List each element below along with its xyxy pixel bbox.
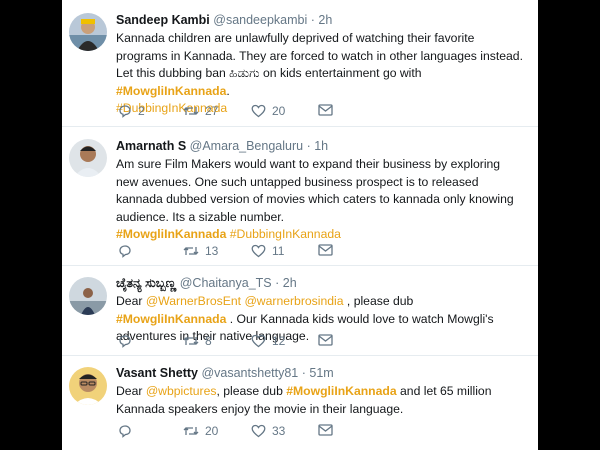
direct-message-button[interactable]: [318, 244, 333, 256]
user-handle[interactable]: @vasantshetty81: [201, 366, 298, 380]
retweet-icon: [183, 107, 199, 115]
separator: ·: [310, 13, 315, 27]
user-handle[interactable]: @Amara_Bengaluru: [190, 139, 303, 153]
hashtag-link[interactable]: #MowgliInKannada: [286, 384, 396, 398]
hashtag-link[interactable]: #MowgliInKannada: [116, 312, 226, 326]
separator: ·: [301, 366, 306, 380]
reply-icon: [119, 105, 131, 118]
tweet-text: Am sure Film Makers would want to expand…: [116, 156, 524, 244]
avatar[interactable]: [69, 13, 107, 51]
reply-icon: [119, 425, 131, 438]
separator: ·: [306, 139, 311, 153]
tweet-text-part: Am sure Film Makers would want to expand…: [116, 157, 514, 224]
retweet-button[interactable]: 13: [183, 244, 218, 258]
like-button[interactable]: 20: [251, 104, 285, 118]
tweet-text-part: Dear: [116, 294, 146, 308]
retweet-button[interactable]: 27: [183, 104, 218, 118]
retweet-icon: [183, 247, 199, 255]
display-name[interactable]: Amarnath S: [116, 139, 186, 153]
like-icon: [251, 104, 266, 118]
retweet-count: 13: [205, 244, 219, 258]
mail-icon: [318, 104, 333, 116]
timestamp[interactable]: 1h: [314, 139, 328, 153]
hashtag-link[interactable]: #MowgliInKannada: [116, 227, 226, 241]
hashtag-link[interactable]: #DubbingInKannada: [230, 227, 341, 241]
avatar[interactable]: [69, 367, 107, 405]
retweet-button[interactable]: 20: [183, 424, 218, 438]
direct-message-button[interactable]: [318, 424, 333, 436]
reply-button[interactable]: [118, 424, 138, 438]
like-icon: [251, 424, 266, 438]
timeline: Sandeep Kambi @sandeepkambi · 2h Kannada…: [62, 0, 538, 450]
like-count: 20: [272, 104, 286, 118]
tweet-card[interactable]: ಚೈತನ್ಯ ಸುಬ್ಬಣ್ಣ @Chaitanya_TS · 2h Dear …: [62, 266, 538, 356]
reply-button[interactable]: [118, 244, 138, 258]
like-button[interactable]: 33: [251, 424, 285, 438]
tweet-text-part: .: [226, 83, 230, 98]
timestamp[interactable]: 2h: [318, 13, 332, 27]
display-name[interactable]: ಚೈತನ್ಯ ಸುಬ್ಬಣ್ಣ: [116, 276, 176, 290]
like-icon: [251, 244, 266, 258]
mention-link[interactable]: @warnerbrosindia: [244, 294, 343, 308]
like-button[interactable]: 11: [251, 244, 284, 258]
reply-icon: [119, 245, 131, 258]
tweet-text-part: Kannada children are unlawfully deprived…: [116, 31, 523, 80]
tweet-card[interactable]: Amarnath S @Amara_Bengaluru · 1h Am sure…: [62, 127, 538, 266]
mention-link[interactable]: @WarnerBrosEnt: [146, 294, 241, 308]
tweet-text-part: , please dub: [216, 384, 287, 398]
retweet-count: 27: [205, 104, 219, 118]
retweet-button[interactable]: 8: [183, 334, 212, 348]
mail-icon: [318, 244, 333, 256]
retweet-icon: [183, 337, 199, 345]
tweet-text-part: , please dub: [343, 294, 414, 308]
retweet-count: 20: [205, 424, 219, 438]
avatar[interactable]: [69, 139, 107, 177]
user-handle[interactable]: @sandeepkambi: [213, 13, 307, 27]
like-icon: [251, 334, 266, 348]
tweet-text-part: Dear: [116, 384, 146, 398]
like-count: 33: [272, 424, 286, 438]
display-name[interactable]: Sandeep Kambi: [116, 13, 210, 27]
display-name[interactable]: Vasant Shetty: [116, 366, 198, 380]
timestamp[interactable]: 51m: [309, 366, 333, 380]
reply-button[interactable]: 2: [118, 104, 145, 118]
user-handle[interactable]: @Chaitanya_TS: [180, 276, 272, 290]
retweet-count: 8: [205, 334, 212, 348]
mail-icon: [318, 424, 333, 436]
like-count: 12: [272, 334, 286, 348]
mention-link[interactable]: @wbpictures: [146, 384, 217, 398]
like-count: 11: [272, 244, 285, 258]
direct-message-button[interactable]: [318, 104, 333, 116]
mail-icon: [318, 334, 333, 346]
retweet-icon: [183, 427, 199, 435]
reply-button[interactable]: [118, 334, 138, 348]
timestamp[interactable]: 2h: [283, 276, 297, 290]
tweet-text: Dear @wbpictures, please dub #MowgliInKa…: [116, 383, 524, 418]
tweet-card[interactable]: Sandeep Kambi @sandeepkambi · 2h Kannada…: [62, 0, 538, 127]
reply-count: 2: [138, 104, 145, 118]
tweet-card[interactable]: Vasant Shetty @vasantshetty81 · 51m Dear…: [62, 356, 538, 450]
like-button[interactable]: 12: [251, 334, 285, 348]
reply-icon: [119, 335, 131, 348]
avatar[interactable]: [69, 277, 107, 315]
direct-message-button[interactable]: [318, 334, 333, 346]
hashtag-link[interactable]: #MowgliInKannada: [116, 84, 226, 98]
separator: ·: [275, 276, 280, 290]
